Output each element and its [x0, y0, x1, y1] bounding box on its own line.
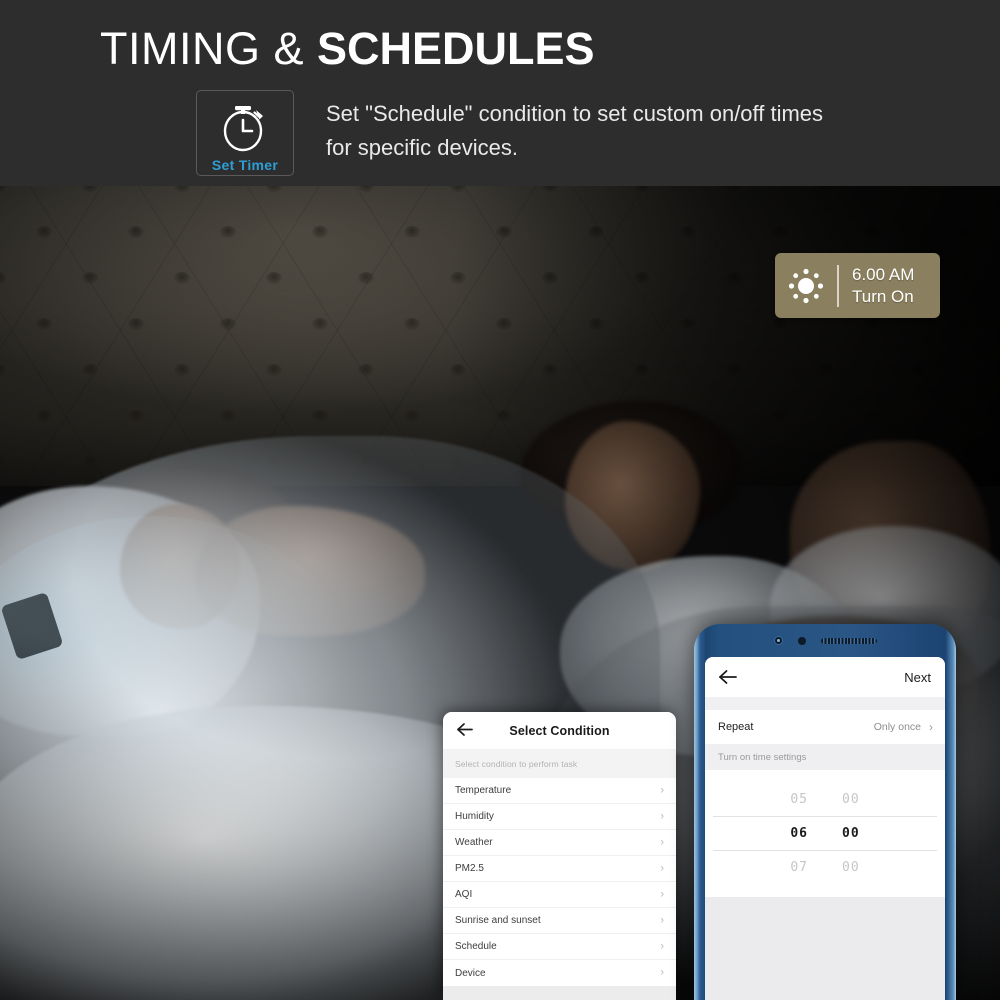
list-item[interactable]: AQI ›	[443, 882, 676, 908]
back-arrow-icon[interactable]	[456, 722, 473, 737]
repeat-value: Only once	[873, 721, 921, 733]
turn-on-time-settings-label: Turn on time settings	[705, 744, 945, 770]
set-timer-badge: Set Timer	[196, 90, 294, 176]
chevron-right-icon: ›	[660, 810, 664, 822]
header-banner: TIMING & SCHEDULES Set Timer Set "Schedu…	[0, 0, 1000, 186]
minute-value: 00	[842, 825, 860, 841]
page-title: TIMING & SCHEDULES	[100, 22, 595, 76]
schedule-appbar: Next	[705, 657, 945, 697]
select-condition-appbar: Select Condition	[443, 712, 676, 750]
chevron-right-icon: ›	[660, 784, 664, 796]
minute-value: 00	[842, 791, 860, 807]
turn-on-time-badge: 6.00 AM Turn On	[775, 253, 940, 318]
list-item[interactable]: Schedule ›	[443, 934, 676, 960]
time-picker-row-selected[interactable]: 06 00	[705, 816, 945, 850]
schedule-screen: Next Repeat Only once › Turn on time set…	[705, 657, 945, 1000]
badge-time: 6.00 AM	[852, 264, 915, 284]
minute-value: 00	[842, 859, 860, 875]
brightness-sun-icon	[775, 264, 837, 308]
hour-value: 06	[790, 825, 808, 841]
list-item[interactable]: Temperature ›	[443, 778, 676, 804]
appbar-spacer	[705, 697, 945, 710]
set-timer-label: Set Timer	[211, 157, 279, 173]
chevron-right-icon: ›	[660, 836, 664, 848]
chevron-right-icon: ›	[660, 914, 664, 926]
time-picker-row[interactable]: 05 00	[705, 782, 945, 816]
time-picker[interactable]: 05 00 06 00 07 00	[705, 770, 945, 897]
page-title-light: TIMING &	[100, 23, 317, 74]
chevron-right-icon: ›	[660, 862, 664, 874]
repeat-label: Repeat	[718, 721, 754, 733]
list-item[interactable]: Weather ›	[443, 830, 676, 856]
chevron-right-icon: ›	[660, 940, 664, 952]
hour-value: 07	[790, 859, 808, 875]
banner-description: Set "Schedule" condition to set custom o…	[326, 101, 824, 160]
list-item-label: PM2.5	[455, 863, 484, 874]
repeat-value-group: Only once ›	[874, 721, 933, 733]
select-condition-title: Select Condition	[509, 723, 610, 738]
list-item[interactable]: Device ›	[443, 960, 676, 986]
stopwatch-icon	[218, 99, 272, 155]
repeat-row[interactable]: Repeat Only once ›	[705, 710, 945, 744]
picker-selection-line-bottom	[713, 850, 937, 851]
list-item-label: AQI	[455, 889, 473, 900]
proximity-sensor-icon	[797, 636, 806, 645]
list-item-label: Device	[455, 967, 486, 979]
screen-blank-area	[705, 897, 945, 1000]
list-item[interactable]: Humidity ›	[443, 804, 676, 830]
list-item-label: Temperature	[455, 785, 512, 796]
list-item-label: Schedule	[455, 941, 497, 952]
list-item-label: Sunrise and sunset	[455, 915, 541, 926]
next-button[interactable]: Next	[904, 670, 931, 685]
phone-top-sensors	[694, 624, 956, 657]
headboard-shadow	[0, 186, 1000, 486]
chevron-right-icon: ›	[660, 966, 664, 979]
badge-action: Turn On	[852, 286, 914, 306]
list-item-label: Humidity	[455, 811, 494, 822]
hour-value: 05	[790, 791, 808, 807]
page-root: TIMING & SCHEDULES Set Timer Set "Schedu…	[0, 0, 1000, 1000]
time-picker-row[interactable]: 07 00	[705, 850, 945, 884]
page-title-bold: SCHEDULES	[317, 23, 595, 74]
phone-select-condition: Select Condition Select condition to per…	[443, 712, 676, 1000]
list-item-label: Weather	[455, 837, 493, 848]
condition-list: Temperature › Humidity › Weather › PM2.5 › AQI › S…	[443, 778, 676, 986]
phone-bezel: Next Repeat Only once › Turn on time set…	[694, 624, 956, 1000]
badge-text: 6.00 AM Turn On	[839, 264, 940, 308]
badge-divider	[837, 264, 839, 307]
list-item[interactable]: Sunrise and sunset ›	[443, 908, 676, 934]
headboard	[0, 186, 1000, 486]
earpiece-speaker-icon	[820, 637, 877, 644]
select-condition-subheading: Select condition to perform task	[443, 750, 676, 778]
front-camera-icon	[773, 636, 783, 645]
list-footer-spacer	[443, 986, 676, 1000]
phone-schedule-settings: Next Repeat Only once › Turn on time set…	[694, 624, 956, 1000]
back-arrow-icon[interactable]	[718, 669, 737, 685]
picker-selection-line-top	[713, 816, 937, 817]
chevron-right-icon: ›	[660, 888, 664, 900]
chevron-right-icon: ›	[929, 720, 933, 734]
list-item[interactable]: PM2.5 ›	[443, 856, 676, 882]
